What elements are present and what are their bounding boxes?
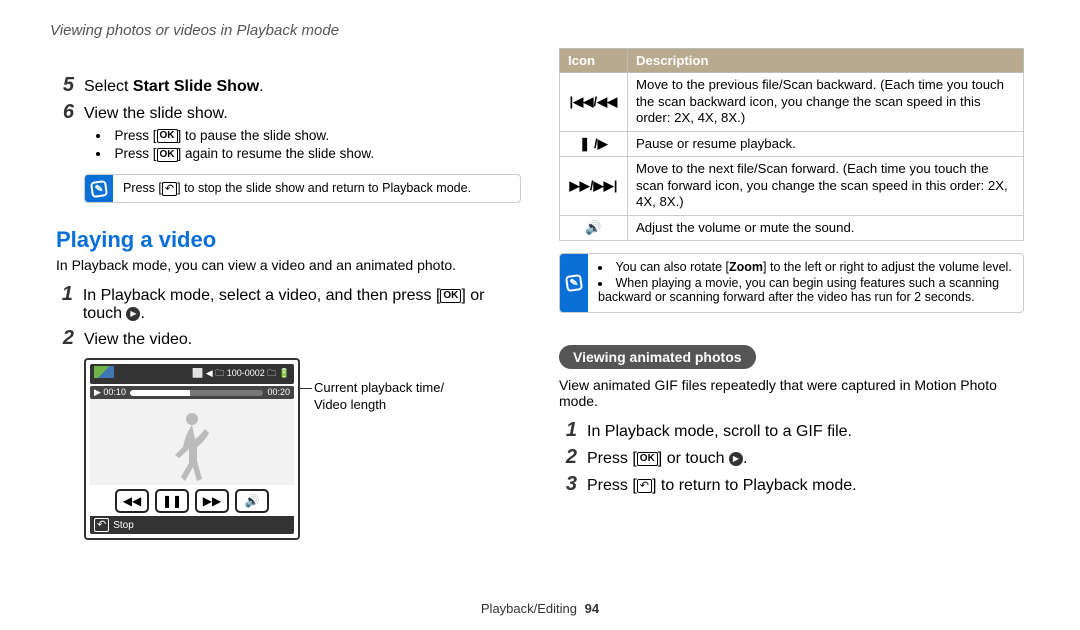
ok-icon: OK [157,148,178,162]
breadcrumb-header: Viewing photos or videos in Playback mod… [50,22,339,39]
subheading-animated-photos: Viewing animated photos [559,345,756,369]
ok-icon: OK [637,452,658,466]
step-text: View the slide show. [84,105,228,123]
th-icon: Icon [560,49,628,73]
page-footer: Playback/Editing 94 [0,601,1080,616]
step-number: 1 [559,419,577,442]
step-text: Select Start Slide Show. [84,78,264,96]
back-icon: ↶ [637,479,652,493]
ok-icon: OK [440,289,461,303]
section-playing-video: Playing a video [56,227,521,253]
step-number: 2 [56,327,74,350]
step-2: 2 Press [OK] or touch ▶. [559,446,1024,469]
status-icons: ⬜ ◀ 🗀 100-0002 🗀 🔋 [192,366,290,382]
note-text: You can also rotate [Zoom] to the left o… [588,254,1023,312]
gif-steps: 1 In Playback mode, scroll to a GIF file… [559,419,1024,496]
back-icon: ↶ [94,518,109,532]
step-text: In Playback mode, select a video, and th… [83,287,521,323]
step-text: In Playback mode, scroll to a GIF file. [587,423,852,441]
play-video-steps: 1 In Playback mode, select a video, and … [56,283,521,350]
th-desc: Description [628,49,1024,73]
step-2: 2 View the video. [56,327,521,350]
table-row: ▶▶/▶▶| Move to the next file/Scan forwar… [560,157,1024,216]
step-3: 3 Press [↶] to return to Playback mode. [559,473,1024,496]
dancer-silhouette [167,411,217,485]
table-row: |◀◀/◀◀ Move to the previous file/Scan ba… [560,73,1024,132]
stop-label: Stop [113,520,134,531]
step-number: 1 [56,283,73,306]
icon-volume: 🔊 [560,215,628,241]
icon-pause-play: ❚ /▶ [560,131,628,157]
note-icon: ✎ [560,254,588,312]
icon-next-scanfwd: ▶▶/▶▶| [560,157,628,216]
step-text: View the video. [84,331,192,349]
video-player-screenshot: ⬜ ◀ 🗀 100-0002 🗀 🔋 ▶ 00:10 00:20 ◀◀ ❚❚ ▶… [84,358,300,540]
step-1: 1 In Playback mode, select a video, and … [56,283,521,323]
table-row: ❚ /▶ Pause or resume playback. [560,131,1024,157]
controls-table: Icon Description |◀◀/◀◀ Move to the prev… [559,48,1024,241]
left-column: 5 Select Start Slide Show. 6 View the sl… [56,48,521,614]
forward-button[interactable]: ▶▶ [195,489,229,513]
ok-icon: OK [157,129,178,143]
step-1: 1 In Playback mode, scroll to a GIF file… [559,419,1024,442]
desc-cell: Move to the previous file/Scan backward.… [628,73,1024,132]
desc-cell: Pause or resume playback. [628,131,1024,157]
play-icon: ▶ [729,452,743,466]
step-6: 6 View the slide show. [56,101,521,124]
note-zoom-volume: ✎ You can also rotate [Zoom] to the left… [559,253,1024,313]
volume-button[interactable]: 🔊 [235,489,269,513]
pill-intro: View animated GIF files repeatedly that … [559,377,1024,409]
section-intro: In Playback mode, you can view a video a… [56,257,521,273]
right-column: Icon Description |◀◀/◀◀ Move to the prev… [559,48,1024,614]
note-text: Press [↶] to stop the slide show and ret… [113,175,520,202]
note-slideshow-stop: ✎ Press [↶] to stop the slide show and r… [84,174,521,203]
desc-cell: Adjust the volume or mute the sound. [628,215,1024,241]
rewind-button[interactable]: ◀◀ [115,489,149,513]
table-row: 🔊 Adjust the volume or mute the sound. [560,215,1024,241]
play-icon: ▶ [126,307,140,321]
screenshot-caption: Current playback time/Video length [314,380,444,414]
step-number: 6 [56,101,74,124]
slideshow-steps: 5 Select Start Slide Show. 6 View the sl… [56,74,521,124]
step-number: 3 [559,473,577,496]
pause-button[interactable]: ❚❚ [155,489,189,513]
step-text: Press [↶] to return to Playback mode. [587,477,857,495]
note-icon: ✎ [85,175,113,202]
bullet: Press [OK] to pause the slide show. [96,128,521,144]
icon-prev-scanback: |◀◀/◀◀ [560,73,628,132]
desc-cell: Move to the next file/Scan forward. (Eac… [628,157,1024,216]
back-icon: ↶ [162,182,177,196]
step-text: Press [OK] or touch ▶. [587,450,747,468]
bullet: Press [OK] again to resume the slide sho… [96,146,521,162]
slideshow-sub-bullets: Press [OK] to pause the slide show. Pres… [96,128,521,162]
step-number: 2 [559,446,577,469]
step-5: 5 Select Start Slide Show. [56,74,521,97]
step-number: 5 [56,74,74,97]
thumbnail-icon [94,366,114,378]
